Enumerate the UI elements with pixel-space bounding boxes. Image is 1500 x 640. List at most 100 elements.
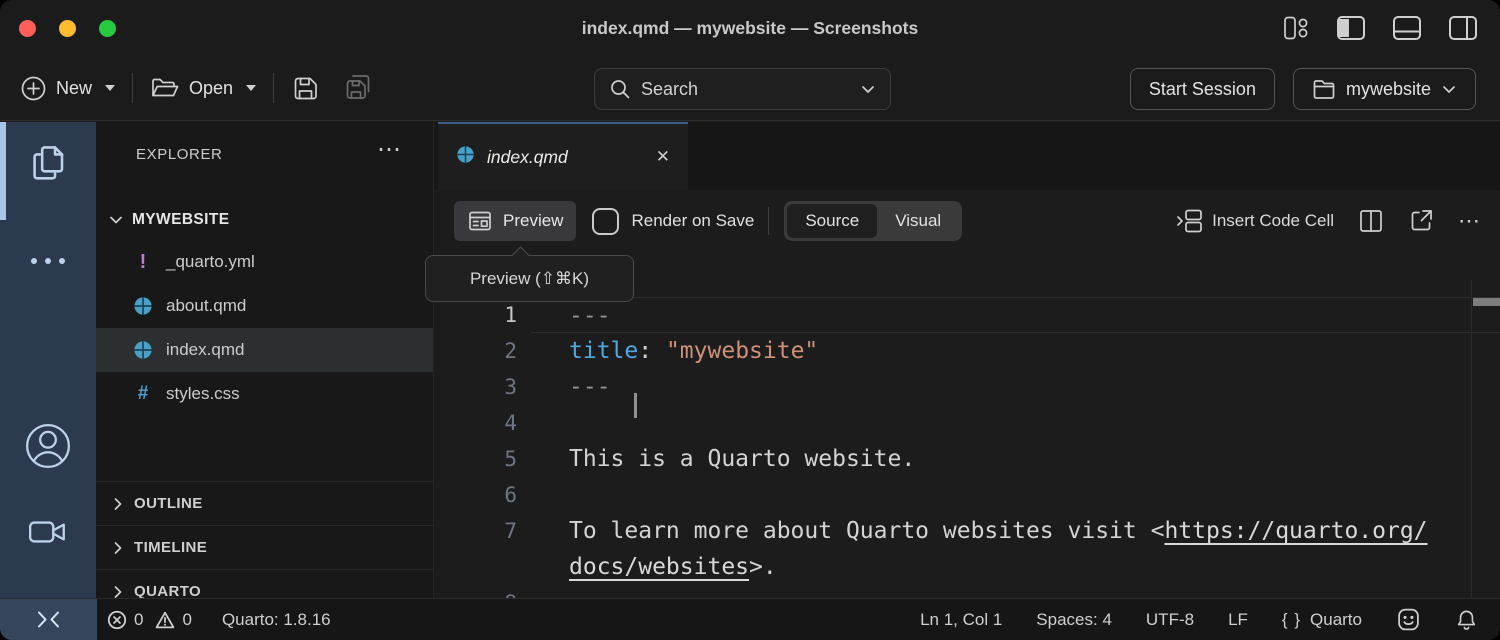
tab-label: index.qmd bbox=[487, 147, 568, 168]
code-token: --- bbox=[569, 374, 611, 400]
search-input[interactable]: Search bbox=[594, 68, 891, 110]
remote-indicator[interactable] bbox=[0, 599, 97, 640]
encoding-status[interactable]: UTF-8 bbox=[1146, 610, 1194, 630]
code-line-content: --- bbox=[531, 297, 1500, 333]
notifications-bell-icon[interactable] bbox=[1455, 608, 1478, 632]
open-in-new-window-icon[interactable] bbox=[1408, 208, 1434, 234]
globe-icon bbox=[132, 296, 154, 316]
scrollbar-thumb[interactable] bbox=[1473, 298, 1500, 306]
section-outline[interactable]: OUTLINE bbox=[96, 481, 433, 525]
visual-mode-tab[interactable]: Visual bbox=[877, 204, 959, 238]
cursor-position-status[interactable]: Ln 1, Col 1 bbox=[920, 610, 1002, 630]
language-mode-status[interactable]: { } Quarto bbox=[1282, 610, 1362, 630]
error-circle-icon bbox=[107, 610, 127, 630]
root-folder-label: MYWEBSITE bbox=[132, 211, 229, 229]
problems-status[interactable]: 0 0 bbox=[107, 610, 192, 630]
line-number: 3 bbox=[435, 369, 531, 405]
code-line[interactable]: 2title: "mywebsite" bbox=[435, 333, 1500, 369]
code-line-content bbox=[531, 405, 1500, 441]
sidebar-item-about-qmd[interactable]: about.qmd bbox=[96, 284, 433, 328]
code-line[interactable]: 7To learn more about Quarto websites vis… bbox=[435, 513, 1500, 549]
css-hash-icon: # bbox=[132, 383, 154, 405]
code-token: To learn more about Quarto websites visi… bbox=[569, 518, 1164, 544]
open-dropdown-caret-icon bbox=[246, 85, 256, 91]
section-timeline[interactable]: TIMELINE bbox=[96, 525, 433, 569]
file-label: about.qmd bbox=[166, 296, 246, 316]
new-button[interactable]: New bbox=[20, 75, 115, 102]
remote-brackets-icon bbox=[36, 608, 61, 631]
explorer-sidebar: EXPLORER ⋯ MYWEBSITE ! _quarto.yml about… bbox=[96, 122, 434, 598]
code-line[interactable]: 8 bbox=[435, 585, 1500, 598]
preview-tooltip: Preview (⇧⌘K) bbox=[425, 255, 634, 302]
globe-icon bbox=[456, 145, 475, 169]
toolbar-divider bbox=[768, 207, 769, 235]
workspace-switcher-button[interactable]: mywebsite bbox=[1293, 68, 1476, 110]
visual-label: Visual bbox=[895, 211, 941, 231]
explorer-view-icon[interactable] bbox=[0, 142, 96, 182]
code-line-content bbox=[531, 477, 1500, 513]
code-link[interactable]: https://quarto.org/ bbox=[1164, 518, 1427, 544]
customize-layout-icon[interactable] bbox=[1282, 14, 1310, 42]
code-line[interactable]: docs/websites>. bbox=[435, 549, 1500, 585]
sidebar-sections: OUTLINE TIMELINE QUARTO bbox=[96, 481, 433, 598]
code-line[interactable]: 5This is a Quarto website. bbox=[435, 441, 1500, 477]
insert-code-cell-icon bbox=[1176, 208, 1204, 234]
section-label: TIMELINE bbox=[134, 539, 207, 556]
open-button[interactable]: Open bbox=[150, 75, 256, 101]
code-token: >. bbox=[749, 554, 777, 580]
preview-button[interactable]: Preview bbox=[454, 201, 576, 241]
explorer-more-actions-icon[interactable]: ⋯ bbox=[377, 138, 403, 162]
sidebar-item-quarto-yml[interactable]: ! _quarto.yml bbox=[96, 240, 433, 284]
code-line[interactable]: 6 bbox=[435, 477, 1500, 513]
toggle-right-panel-icon[interactable] bbox=[1448, 15, 1478, 41]
code-token: --- bbox=[569, 303, 611, 329]
title-bar: index.qmd — mywebsite — Screenshots bbox=[0, 0, 1500, 56]
editor-more-actions-icon[interactable]: ⋯ bbox=[1458, 208, 1482, 234]
editor-toolbar: Preview Render on Save Source Visual Ins… bbox=[435, 190, 1500, 252]
code-editor[interactable]: 1---2title: "mywebsite"3 --- 45This is a Q… bbox=[435, 252, 1500, 598]
quarto-version-status[interactable]: Quarto: 1.8.16 bbox=[222, 610, 331, 630]
tooltip-text: Preview (⇧⌘K) bbox=[470, 269, 589, 289]
braces-icon: { } bbox=[1282, 610, 1301, 630]
code-line-content: --- bbox=[531, 369, 1500, 405]
warning-count: 0 bbox=[182, 610, 191, 630]
save-all-button[interactable] bbox=[342, 73, 374, 103]
screencast-camera-icon[interactable] bbox=[0, 516, 96, 548]
code-line[interactable]: 3 --- bbox=[435, 369, 1500, 405]
error-count: 0 bbox=[134, 610, 143, 630]
tab-index-qmd[interactable]: index.qmd ✕ bbox=[438, 122, 688, 190]
start-session-button[interactable]: Start Session bbox=[1130, 68, 1275, 110]
code-link[interactable]: docs/websites bbox=[569, 554, 749, 580]
sidebar-item-index-qmd[interactable]: index.qmd bbox=[96, 328, 433, 372]
text-caret bbox=[634, 393, 637, 418]
toggle-left-panel-icon[interactable] bbox=[1336, 15, 1366, 41]
feedback-smiley-icon[interactable] bbox=[1396, 607, 1421, 632]
render-on-save-checkbox[interactable] bbox=[592, 208, 619, 235]
source-mode-tab[interactable]: Source bbox=[787, 204, 877, 238]
eol-status[interactable]: LF bbox=[1228, 610, 1248, 630]
split-editor-icon[interactable] bbox=[1358, 208, 1384, 234]
line-number: 5 bbox=[435, 441, 531, 477]
source-visual-toggle: Source Visual bbox=[784, 201, 962, 241]
save-icon bbox=[291, 74, 320, 103]
main-area: EXPLORER ⋯ MYWEBSITE ! _quarto.yml about… bbox=[0, 122, 1500, 598]
code-line[interactable]: 1--- bbox=[435, 297, 1500, 333]
folder-root-mywebsite[interactable]: MYWEBSITE bbox=[96, 200, 433, 240]
code-token: "mywebsite" bbox=[666, 338, 818, 364]
editor-scrollbar[interactable] bbox=[1471, 280, 1500, 598]
action-bar: New Open Search Start Session bbox=[0, 56, 1500, 121]
sidebar-item-styles-css[interactable]: # styles.css bbox=[96, 372, 433, 416]
editor-area: index.qmd ✕ Preview Render on Save Sourc… bbox=[435, 122, 1500, 598]
insert-code-cell-button[interactable]: Insert Code Cell bbox=[1176, 208, 1334, 234]
save-button[interactable] bbox=[291, 74, 320, 103]
code-line[interactable]: 4 bbox=[435, 405, 1500, 441]
section-quarto[interactable]: QUARTO bbox=[96, 569, 433, 598]
toggle-bottom-panel-icon[interactable] bbox=[1392, 15, 1422, 41]
close-tab-icon[interactable]: ✕ bbox=[656, 147, 670, 167]
search-chevron-down-icon[interactable] bbox=[860, 81, 876, 97]
account-icon[interactable] bbox=[0, 422, 96, 470]
code-line-content: This is a Quarto website. bbox=[531, 441, 1500, 477]
section-label: OUTLINE bbox=[134, 495, 203, 512]
indentation-status[interactable]: Spaces: 4 bbox=[1036, 610, 1112, 630]
more-views-icon[interactable] bbox=[0, 258, 96, 264]
